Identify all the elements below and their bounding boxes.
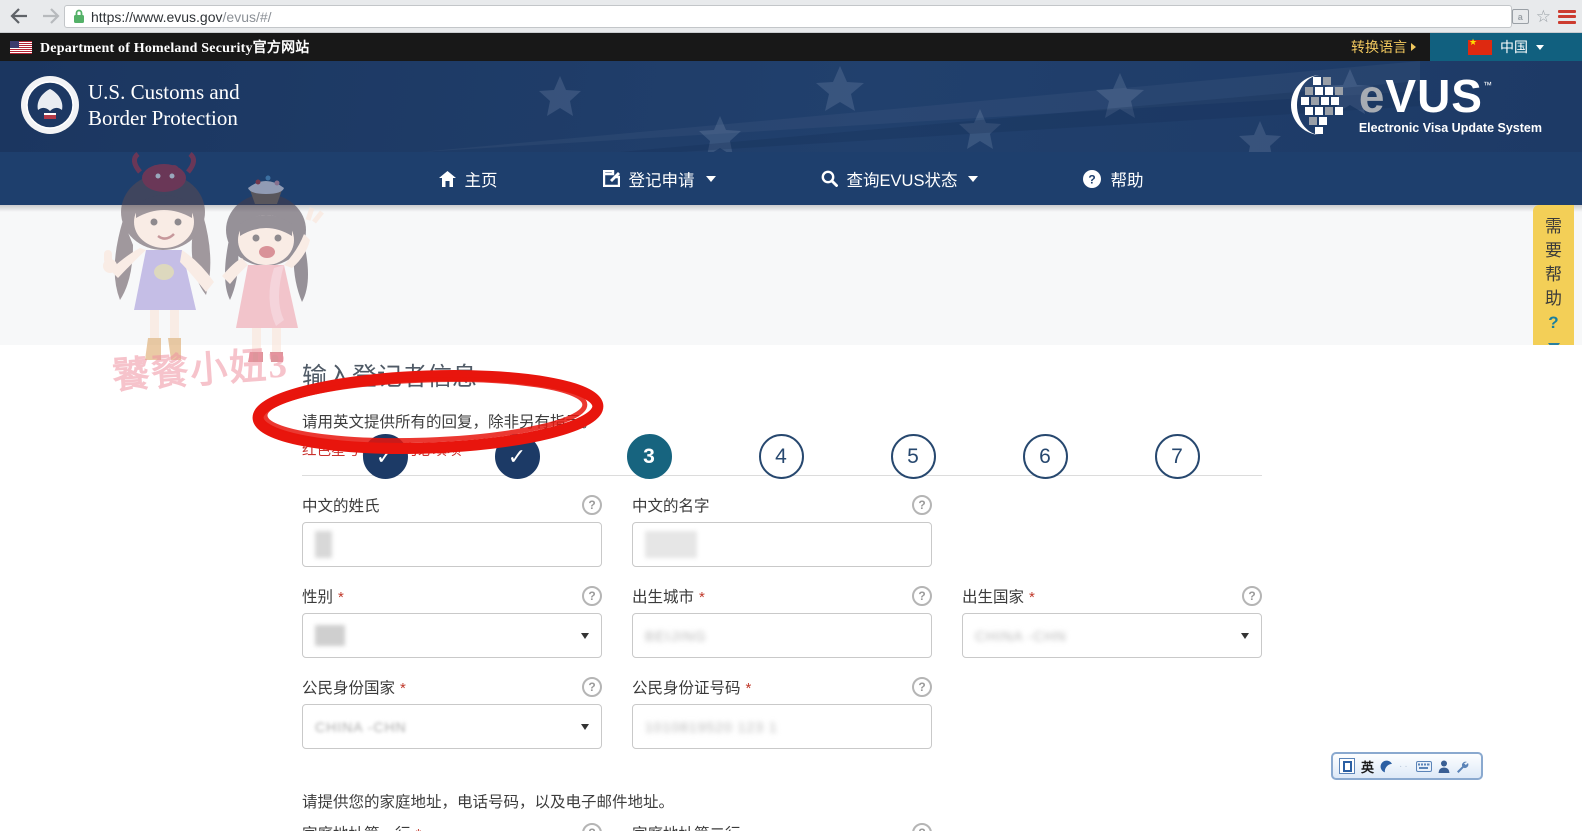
- ime-user-icon[interactable]: [1438, 760, 1450, 773]
- nav-status[interactable]: 查询EVUS状态: [821, 167, 979, 191]
- ime-toolbar[interactable]: 英 ··: [1331, 752, 1483, 780]
- cbp-seal: [21, 76, 79, 134]
- field-birth-country: 出生国家 * ? CHINA -CHN: [962, 586, 1262, 658]
- browser-toolbar: https://www.evus.gov/evus/#/ a ☆: [0, 0, 1582, 33]
- help-icon[interactable]: ?: [912, 495, 932, 515]
- nav-help[interactable]: ? 帮助: [1083, 167, 1143, 191]
- translate-icon[interactable]: a: [1511, 9, 1529, 24]
- country-selector[interactable]: 中国: [1430, 33, 1582, 61]
- nav-apply[interactable]: 登记申请: [602, 167, 716, 191]
- chevron-down-icon: [1241, 633, 1249, 639]
- help-icon[interactable]: ?: [1242, 586, 1262, 606]
- forward-button[interactable]: [38, 3, 64, 29]
- required-asterisk: *: [400, 680, 406, 697]
- english-instruction: 请用英文提供所有的回复，除非另有指示。: [302, 414, 597, 431]
- chevron-down-icon: [581, 724, 589, 730]
- page-title: 输入登记者信息: [302, 363, 478, 391]
- chinese-surname-input[interactable]: [302, 522, 602, 567]
- help-icon[interactable]: ?: [582, 495, 602, 515]
- citizenship-country-select[interactable]: CHINA -CHN: [302, 704, 602, 749]
- field-home-address-line1: 家庭地址第一行* ? ROOM 601 UNIT 4 BUILDING 324 …: [302, 823, 602, 831]
- ime-separator-dots: ··: [1399, 760, 1410, 772]
- evus-tagline: Electronic Visa Update System: [1358, 121, 1542, 135]
- flag-background-art: [420, 61, 1420, 152]
- help-icon[interactable]: ?: [582, 823, 602, 831]
- birth-city-input[interactable]: BEIJING: [632, 613, 932, 658]
- home-icon: [438, 170, 456, 187]
- field-chinese-surname: 中文的姓氏 ?: [302, 495, 602, 567]
- gender-select[interactable]: [302, 613, 602, 658]
- country-label: 中国: [1500, 39, 1528, 55]
- china-flag-icon: [1468, 37, 1492, 55]
- step-circle: 4: [758, 434, 804, 479]
- step-circle: ✓: [494, 434, 540, 479]
- field-birth-city: 出生城市 * ? BEIJING: [632, 586, 932, 658]
- secure-lock-icon: [74, 9, 84, 23]
- address-section-intro: 请提供您的家庭地址，电话号码，以及电子邮件地址。: [302, 794, 675, 811]
- gov-banner-label: Department of Homeland Security官方网站: [40, 41, 310, 56]
- required-asterisk: *: [699, 589, 705, 606]
- help-icon[interactable]: ?: [912, 586, 932, 606]
- ime-wrench-icon[interactable]: [1456, 760, 1469, 773]
- help-icon[interactable]: ?: [582, 677, 602, 697]
- chevron-down-icon: [705, 175, 716, 182]
- us-flag-icon: [10, 40, 32, 54]
- chevron-down-icon: [968, 175, 979, 182]
- field-gender: 性别 * ?: [302, 586, 602, 658]
- url-bar[interactable]: https://www.evus.gov/evus/#/: [64, 5, 1512, 28]
- gov-banner: Department of Homeland Security官方网站 转换语言…: [0, 33, 1582, 61]
- redacted-value: [315, 625, 345, 646]
- required-asterisk: *: [745, 680, 752, 697]
- ime-logo-icon[interactable]: [1339, 758, 1355, 774]
- step-circle: 5: [890, 434, 936, 479]
- chinese-given-name-input[interactable]: [632, 522, 932, 567]
- ime-halfwidth-moon-icon[interactable]: [1380, 760, 1393, 773]
- national-id-input[interactable]: 1010819520 123 1: [632, 704, 932, 749]
- triangle-right-icon: [1411, 43, 1416, 51]
- edit-icon: [602, 170, 620, 187]
- field-citizenship-country: 公民身份国家 * ? CHINA -CHN: [302, 677, 602, 749]
- field-home-address-line2: 家庭地址第二行 ?: [632, 823, 932, 831]
- required-asterisk: *: [416, 826, 422, 831]
- redacted-value: [315, 531, 332, 558]
- chevron-down-icon: [581, 633, 589, 639]
- field-national-id: 公民身份证号码 * ? 1010819520 123 1: [632, 677, 932, 749]
- birth-country-select[interactable]: CHINA -CHN: [962, 613, 1262, 658]
- redacted-value: [645, 531, 697, 558]
- step-circle: 7: [1154, 434, 1200, 479]
- agency-name: U.S. Customs and Border Protection: [88, 80, 240, 131]
- site-masthead: U.S. Customs and Border Protection eVUS™…: [0, 61, 1582, 152]
- evus-logo: eVUS™ Electronic Visa Update System: [1290, 73, 1542, 137]
- required-asterisk: *: [1029, 589, 1035, 606]
- nav-home[interactable]: 主页: [438, 167, 498, 191]
- back-button[interactable]: [6, 3, 32, 29]
- ime-keyboard-icon[interactable]: [1415, 760, 1432, 772]
- svg-text:?: ?: [1089, 172, 1096, 186]
- browser-menu-icon[interactable]: [1558, 9, 1576, 24]
- evus-page: https://www.evus.gov/evus/#/ a ☆ Departm…: [0, 0, 1582, 831]
- chevron-down-icon: [1536, 44, 1544, 50]
- help-icon[interactable]: ?: [912, 823, 932, 831]
- ime-language-mode[interactable]: 英: [1361, 757, 1374, 776]
- required-asterisk: *: [338, 589, 344, 606]
- help-icon[interactable]: ?: [912, 677, 932, 697]
- help-icon: ?: [1083, 169, 1102, 188]
- evus-globe-icon: [1290, 75, 1343, 135]
- main-navigation: 主页 登记申请 查询EVUS状态 ? 帮助: [0, 152, 1582, 205]
- search-icon: [821, 170, 838, 187]
- step-circle: 3: [626, 434, 672, 479]
- help-icon[interactable]: ?: [582, 586, 602, 606]
- progress-steps: ✓ 免责声明 ✓ 旅行文件信息 3 登记者信息 4 旅行信息 5 资格问题 6 …: [0, 205, 1582, 513]
- url-text: https://www.evus.gov/evus/#/: [91, 8, 272, 25]
- need-help-tab[interactable]: 需 要 帮 助 ?: [1533, 205, 1574, 351]
- field-chinese-given-name: 中文的名字 ?: [632, 495, 932, 567]
- step-circle: ✓: [362, 434, 408, 479]
- bookmark-star-icon[interactable]: ☆: [1536, 8, 1551, 25]
- change-language-link[interactable]: 转换语言: [1351, 37, 1416, 57]
- step-circle: 6: [1022, 434, 1068, 479]
